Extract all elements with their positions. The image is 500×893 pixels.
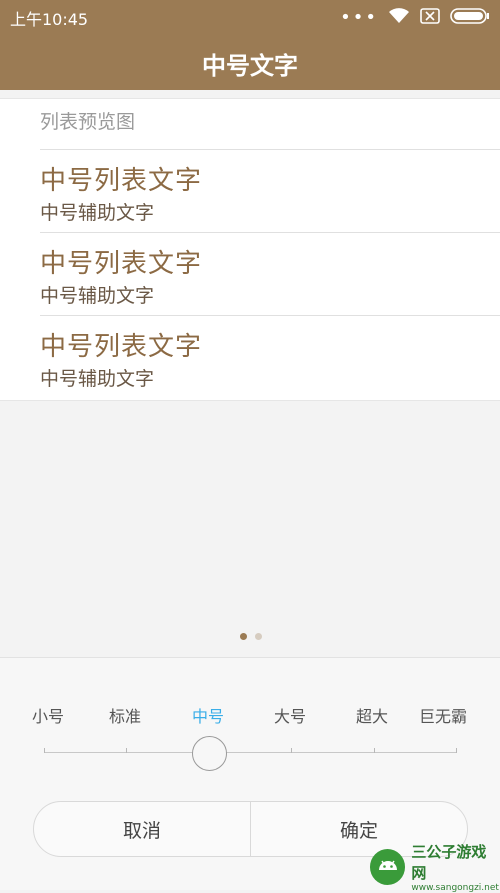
preview-header: 列表预览图	[40, 111, 136, 133]
status-bar: 上午10:45 •••	[0, 0, 500, 36]
slider-tick	[374, 748, 375, 753]
size-option-medium[interactable]: 中号	[192, 703, 224, 727]
size-option-standard[interactable]: 标准	[109, 703, 141, 727]
page-title: 中号文字	[202, 51, 298, 80]
watermark: 三公子游戏网 www.sangongzi.net	[370, 843, 500, 893]
list-item-title: 中号列表文字	[40, 249, 203, 279]
list-item-subtitle: 中号辅助文字	[40, 285, 155, 307]
title-bar: 中号文字	[0, 36, 500, 90]
list-preview-card: 列表预览图 中号列表文字 中号辅助文字 中号列表文字 中号辅助文字 中号列表文字…	[0, 98, 500, 401]
page-dot[interactable]	[255, 633, 262, 640]
font-size-slider-thumb[interactable]	[192, 736, 227, 771]
size-option-huge[interactable]: 巨无霸	[419, 703, 467, 727]
watermark-name: 三公子游戏网	[411, 843, 487, 882]
list-item: 中号列表文字 中号辅助文字	[40, 232, 500, 316]
slider-tick	[456, 748, 457, 753]
list-item-title: 中号列表文字	[40, 332, 203, 362]
sim-card-icon	[420, 8, 440, 28]
font-size-slider-track[interactable]	[44, 752, 457, 753]
status-icons: •••	[340, 8, 490, 28]
cancel-button[interactable]: 取消	[34, 802, 250, 856]
list-item: 中号列表文字 中号辅助文字	[40, 315, 500, 399]
wifi-icon	[388, 8, 410, 28]
battery-icon	[450, 8, 490, 28]
slider-tick	[291, 748, 292, 753]
size-option-large[interactable]: 大号	[274, 703, 306, 727]
size-option-xlarge[interactable]: 超大	[356, 703, 388, 727]
watermark-url: www.sangongzi.net	[411, 883, 499, 893]
more-dots-icon: •••	[340, 7, 378, 28]
watermark-text: 三公子游戏网 www.sangongzi.net	[411, 841, 500, 893]
android-logo-icon	[370, 849, 406, 885]
slider-tick	[126, 748, 127, 753]
list-item: 中号列表文字 中号辅助文字	[40, 149, 500, 233]
list-item-subtitle: 中号辅助文字	[40, 368, 155, 390]
slider-tick	[44, 748, 45, 753]
list-item-subtitle: 中号辅助文字	[40, 202, 155, 224]
page-indicator	[240, 633, 262, 640]
page-dot-active[interactable]	[240, 633, 247, 640]
status-time: 上午10:45	[10, 10, 89, 29]
list-item-title: 中号列表文字	[40, 166, 203, 196]
size-option-small[interactable]: 小号	[32, 703, 64, 727]
